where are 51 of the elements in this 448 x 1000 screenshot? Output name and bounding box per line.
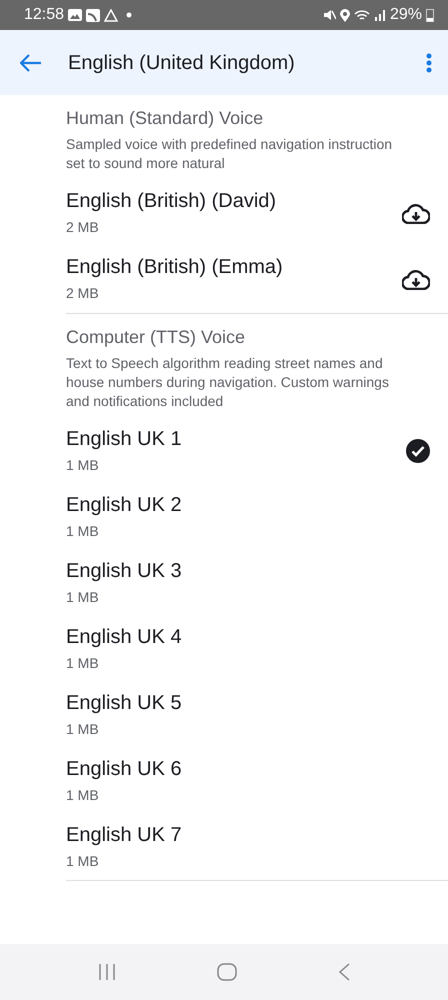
dot-icon: [126, 12, 132, 18]
signal-icon: [374, 9, 386, 21]
voice-item[interactable]: English (British) (David) 2 MB: [66, 180, 448, 247]
status-time: 12:58: [24, 5, 64, 25]
voice-name: English UK 5: [66, 690, 183, 715]
voice-size: 1 MB: [66, 654, 100, 673]
voice-name: English (British) (Emma): [66, 255, 284, 280]
section-title: Human (Standard) Voice: [66, 107, 264, 130]
voice-item[interactable]: English UK 5 1 MB: [66, 682, 448, 748]
voice-name: English UK 3: [66, 558, 183, 583]
voice-item[interactable]: English UK 2 1 MB: [66, 484, 448, 550]
mute-icon: [322, 9, 336, 21]
recent-apps-icon[interactable]: [98, 964, 116, 980]
voice-item[interactable]: English UK 6 1 MB: [66, 748, 448, 814]
home-icon[interactable]: [216, 963, 237, 981]
location-icon: [340, 8, 350, 22]
voice-size: 1 MB: [66, 720, 100, 739]
battery-icon: [426, 8, 434, 22]
voice-item[interactable]: English (British) (Emma) 2 MB: [66, 246, 448, 313]
voice-size: 1 MB: [66, 852, 100, 871]
voice-name: English UK 6: [66, 756, 183, 781]
voice-item[interactable]: English UK 7 1 MB: [66, 814, 448, 880]
voice-size: 2 MB: [66, 218, 100, 238]
voice-name: English UK 2: [66, 492, 183, 517]
checkmark-icon: [406, 439, 430, 464]
back-icon[interactable]: [338, 963, 350, 981]
voice-name: English UK 4: [66, 624, 183, 649]
cast-icon: [86, 8, 100, 22]
section-title: Computer (TTS) Voice: [66, 326, 246, 349]
cloud-download-icon[interactable]: [402, 270, 430, 290]
voice-size: 1 MB: [66, 456, 100, 475]
section-description: Text to Speech algorithm reading street names and house numbers during navigation. Custom warnings and notifications included: [66, 354, 390, 410]
back-arrow-icon[interactable]: [20, 54, 42, 72]
image-icon: [68, 9, 82, 21]
battery-percent: 29%: [390, 5, 422, 25]
voice-name: English UK 7: [66, 822, 183, 847]
more-options-icon[interactable]: [426, 52, 432, 72]
voice-item[interactable]: English UK 4 1 MB: [66, 616, 448, 682]
voice-size: 1 MB: [66, 786, 100, 805]
screen-title: English (United Kingdom): [68, 50, 296, 76]
cloud-download-icon[interactable]: [402, 204, 430, 224]
voice-name: English UK 1: [66, 426, 183, 451]
voice-item[interactable]: English UK 1 1 MB: [66, 418, 448, 484]
voice-size: 1 MB: [66, 588, 100, 607]
voice-item[interactable]: English UK 3 1 MB: [66, 550, 448, 616]
triangle-icon: [104, 8, 118, 22]
section-description: Sampled voice with predefined navigation instruction set to sound more natural: [66, 135, 394, 173]
voice-size: 2 MB: [66, 284, 100, 304]
wifi-icon: [354, 8, 370, 22]
voice-name: English (British) (David): [66, 189, 278, 214]
voice-size: 1 MB: [66, 522, 100, 541]
